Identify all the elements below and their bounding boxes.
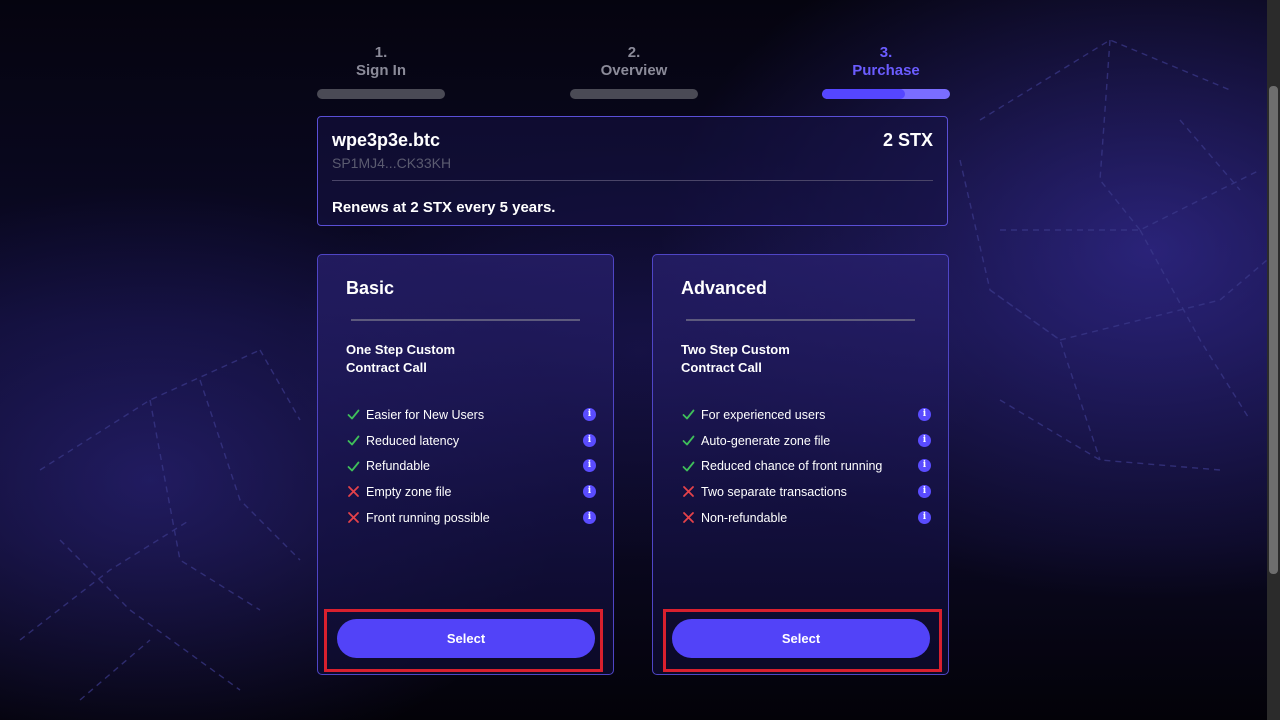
feature-text: For experienced users [701,407,826,422]
check-icon [346,408,360,422]
plan-title: Advanced [681,278,768,298]
domain-name: wpe3p3e.btc [332,130,441,150]
feature-item: Reduced chance of front running i [681,453,931,479]
info-icon[interactable]: i [918,510,931,524]
step-sign-in: 1. Sign In [317,44,445,99]
step-progress-fill [822,89,906,99]
feature-item: Reduced latency i [346,428,596,454]
feature-text: Auto-generate zone file [701,433,831,448]
select-basic-button[interactable]: Select [337,619,595,658]
step-label: Overview [600,62,668,79]
feature-item: Auto-generate zone file i [681,428,931,454]
scrollbar-thumb[interactable] [1269,86,1278,574]
scrollbar-track[interactable] [1267,0,1280,720]
close-icon [681,511,695,525]
info-icon[interactable]: i [583,485,596,499]
feature-text: Empty zone file [366,484,452,499]
plan-subtitle: Two Step Custom Contract Call [681,342,790,375]
feature-item: Non-refundable i [681,505,931,531]
plan-subtitle: One Step Custom Contract Call [346,342,456,375]
feature-item: Refundable i [346,453,596,479]
select-advanced-button[interactable]: Select [672,619,930,658]
plan-divider [686,319,915,321]
feature-list: Easier for New Users i Reduced latency i Ref… [346,402,596,530]
feature-item: Two separate transactions i [681,479,931,505]
feature-text: Reduced latency [366,433,460,448]
info-icon[interactable]: i [918,459,931,473]
feature-list: For experienced users i Auto-generate zone… [681,402,931,530]
step-number: 1. [374,44,388,61]
feature-item: Front running possible i [346,505,596,531]
info-icon[interactable]: i [918,433,931,447]
feature-item: Empty zone file i [346,479,596,505]
feature-text: Non-refundable [701,510,788,525]
step-progress-bar [317,89,445,99]
step-label: Purchase [852,62,920,79]
feature-text: Easier for New Users [366,407,485,422]
feature-item: For experienced users i [681,402,931,428]
info-icon[interactable]: i [583,510,596,524]
step-overview: 2. Overview [570,44,698,99]
close-icon [681,485,695,499]
step-label: Sign In [356,62,406,79]
plan-card-basic: Basic One Step Custom Contract Call Easi… [317,254,614,675]
info-icon[interactable]: i [918,485,931,499]
plan-divider [351,319,580,321]
step-number: 2. [627,44,641,61]
renewal-info: Renews at 2 STX every 5 years. [332,199,556,216]
close-icon [346,485,360,499]
check-icon [681,434,695,448]
summary-divider [332,180,933,181]
wallet-address: SP1MJ4...CK33KH [332,155,452,171]
check-icon [346,434,360,448]
feature-text: Refundable [366,459,430,474]
check-icon [681,408,695,422]
info-icon[interactable]: i [583,433,596,447]
feature-text: Front running possible [366,510,490,525]
domain-price: 2 STX [882,130,933,150]
domain-summary-card: wpe3p3e.btc SP1MJ4...CK33KH 2 STX Renews… [317,116,948,226]
close-icon [346,511,360,525]
step-purchase: 3. Purchase [822,44,950,99]
step-number: 3. [879,44,893,61]
info-icon[interactable]: i [918,408,931,421]
feature-item: Easier for New Users i [346,402,596,428]
plan-title: Basic [346,278,395,298]
feature-text: Reduced chance of front running [701,459,883,474]
purchase-stepper: 1. Sign In 2. Overview 3. Purchase [317,44,950,104]
info-icon[interactable]: i [583,459,596,473]
info-icon[interactable]: i [583,408,596,421]
plan-card-advanced: Advanced Two Step Custom Contract Call F… [652,254,949,675]
feature-text: Two separate transactions [701,484,847,499]
step-progress-bar [570,89,698,99]
step-progress-bar [822,89,950,99]
check-icon [346,459,360,473]
check-icon [681,459,695,473]
background-pattern [19,39,1267,701]
